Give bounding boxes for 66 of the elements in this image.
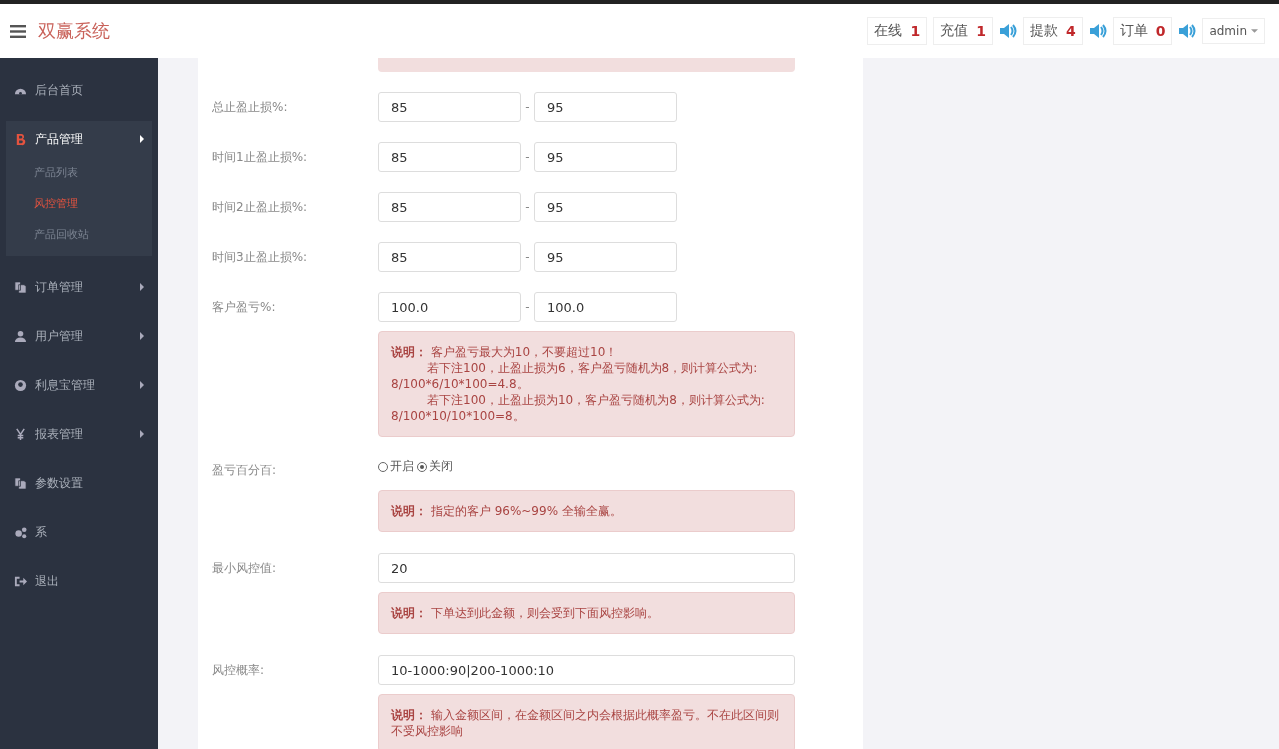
note-text: 若下注100，止盈止损为10，客户盈亏随机为8，则计算公式为: 8/100*10/10*100=8。	[391, 392, 766, 424]
app-title: 双赢系统	[38, 19, 110, 43]
user-icon	[14, 329, 27, 343]
field-label: 风控概率:	[212, 661, 266, 679]
field-label: 总止盈止损%:	[212, 98, 289, 116]
radio-option[interactable]: 开启	[378, 458, 414, 475]
bitcoin-icon	[14, 132, 27, 146]
status-counter[interactable]: 订单 0	[1112, 17, 1173, 45]
field-label: 客户盈亏%:	[212, 298, 277, 316]
sidebar-item[interactable]: 产品管理	[6, 121, 152, 157]
note-text: 说明： 输入金额区间，在金额区间之内会根据此概率盈亏。不在此区间则不受风控影响	[391, 707, 780, 739]
field-label: 时间3止盈止损%:	[212, 248, 309, 266]
range-dash: -	[524, 300, 531, 314]
caret-icon	[1251, 29, 1258, 33]
status-counter[interactable]: 在线 1	[867, 17, 928, 45]
documents-icon	[14, 476, 27, 490]
sidebar-item[interactable]: 退出	[6, 563, 152, 599]
speaker-icon[interactable]	[1088, 23, 1107, 39]
speaker-icon[interactable]	[998, 23, 1017, 39]
arrow-icon	[140, 430, 144, 438]
sidebar-item[interactable]: 订单管理	[6, 269, 152, 305]
arrow-icon	[140, 332, 144, 340]
gears-icon	[14, 525, 27, 539]
speaker-icon[interactable]	[1178, 23, 1197, 39]
sidebar-item[interactable]: 后台首页	[6, 72, 152, 108]
pin-icon	[14, 378, 27, 392]
field-label: 最小风控值:	[212, 559, 278, 577]
arrow-icon	[140, 283, 144, 291]
input-field[interactable]: 95	[534, 242, 677, 272]
menu-icon[interactable]	[10, 24, 26, 38]
note-text: 若下注100，止盈止损为6，客户盈亏随机为8，则计算公式为: 8/100*6/10*100=4.8。	[391, 360, 759, 392]
field-label: 盈亏百分百:	[212, 462, 278, 479]
input-field[interactable]: 95	[534, 92, 677, 122]
range-dash: -	[524, 150, 531, 164]
sidebar-item[interactable]: 参数设置	[6, 465, 152, 501]
field-label: 时间1止盈止损%:	[212, 148, 309, 166]
radio-option[interactable]: 关闭	[417, 458, 453, 475]
sidebar-item[interactable]: 报表管理	[6, 416, 152, 452]
input-field[interactable]: 85	[378, 192, 521, 222]
input-field[interactable]: 100.0	[534, 292, 677, 322]
input-field[interactable]: 95	[534, 192, 677, 222]
range-dash: -	[524, 100, 531, 114]
sidebar-item[interactable]: 系	[6, 514, 152, 550]
input-field[interactable]: 100.0	[378, 292, 521, 322]
sidebar-item[interactable]: 用户管理	[6, 318, 152, 354]
user-dropdown[interactable]: admin	[1202, 18, 1265, 44]
status-counter[interactable]: 充值 1	[933, 17, 993, 45]
note-text: 说明： 客户盈亏最大为10，不要超过10！	[391, 344, 619, 360]
arrow-icon	[140, 381, 144, 389]
input-field[interactable]: 85	[378, 142, 521, 172]
logout-icon	[14, 574, 27, 588]
field-label: 时间2止盈止损%:	[212, 198, 309, 216]
arrow-icon	[140, 135, 144, 143]
note-text: 说明： 指定的客户 96%~99% 全输全赢。	[391, 503, 623, 519]
note-text: 说明： 下单达到此金额，则会受到下面风控影响。	[391, 605, 660, 621]
input-field[interactable]: 85	[378, 92, 521, 122]
input-field[interactable]: 20	[378, 553, 795, 583]
input-field[interactable]: 95	[534, 142, 677, 172]
yen-icon	[14, 427, 27, 441]
input-field[interactable]: 10-1000:90|200-1000:10	[378, 655, 795, 685]
range-dash: -	[524, 250, 531, 264]
documents-icon	[14, 280, 27, 294]
range-dash: -	[524, 200, 531, 214]
status-counter[interactable]: 提款 4	[1022, 17, 1083, 45]
sidebar-item[interactable]: 利息宝管理	[6, 367, 152, 403]
input-field[interactable]: 85	[378, 242, 521, 272]
